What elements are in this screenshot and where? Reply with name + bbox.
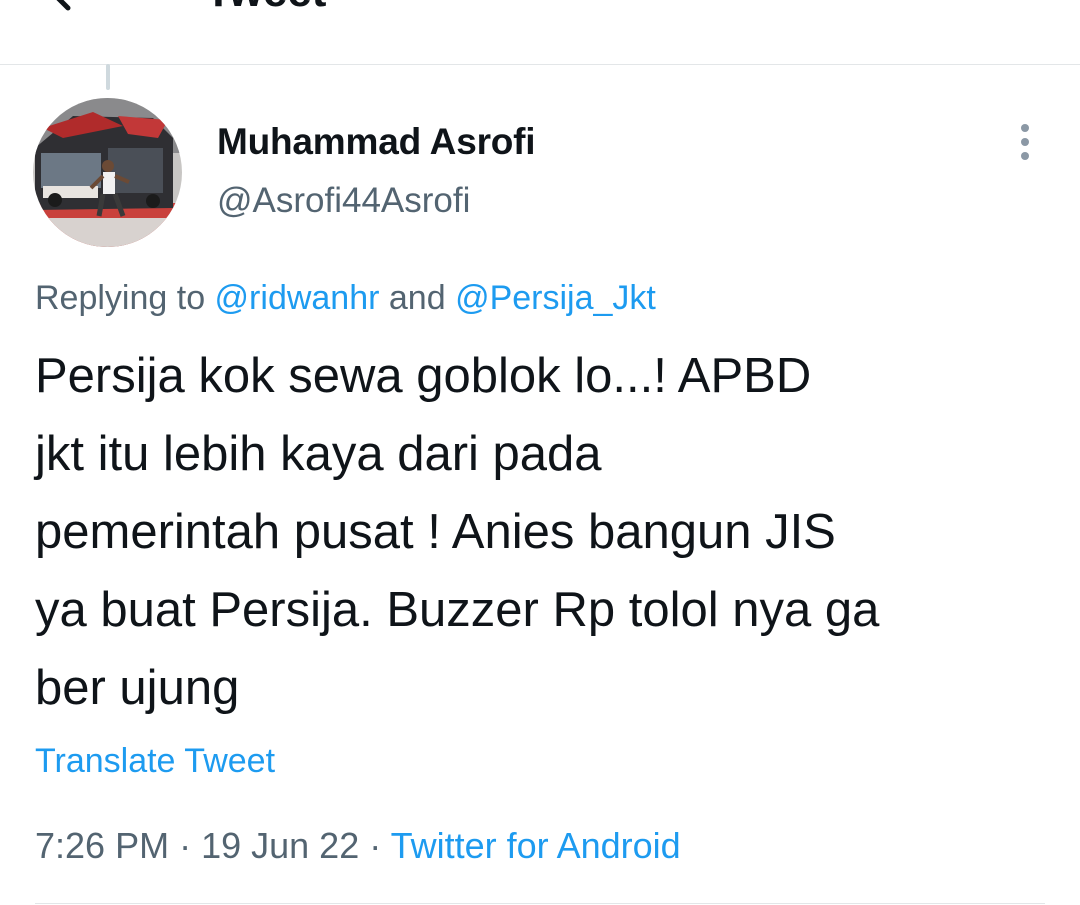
replying-to: Replying to @ridwanhr and @Persija_Jkt — [35, 279, 656, 318]
translate-tweet-link[interactable]: Translate Tweet — [35, 742, 275, 781]
meta-separator: · — [169, 825, 202, 866]
page-title: Tweet — [205, 0, 326, 14]
tweet-date[interactable]: 19 Jun 22 — [201, 825, 359, 866]
replying-to-prefix: Replying to — [35, 279, 215, 317]
avatar[interactable] — [33, 98, 182, 247]
mention-link-persija[interactable]: @Persija_Jkt — [455, 279, 656, 317]
tweet-text: Persija kok sewa goblok lo...! APBD jkt … — [35, 349, 880, 715]
more-vertical-icon[interactable] — [1008, 120, 1042, 164]
divider — [35, 903, 1045, 904]
author-display-name[interactable]: Muhammad Asrofi — [217, 121, 536, 163]
replying-to-conjunction: and — [379, 279, 456, 317]
mention-link-ridwanhr[interactable]: @ridwanhr — [215, 279, 380, 317]
top-bar: Tweet — [0, 0, 1080, 65]
tweet-time[interactable]: 7:26 PM — [35, 825, 169, 866]
tweet-source-link[interactable]: Twitter for Android — [391, 825, 681, 866]
tweet-detail-page: Tweet Muhammad Asrofi @Asrofi44Asrofi — [0, 0, 1080, 905]
arrow-left-icon[interactable] — [40, 0, 100, 12]
author-handle[interactable]: @Asrofi44Asrofi — [217, 181, 470, 221]
thread-connector-line — [106, 64, 110, 90]
tweet-metadata: 7:26 PM · 19 Jun 22 · Twitter for Androi… — [35, 825, 681, 867]
meta-separator: · — [359, 825, 391, 866]
